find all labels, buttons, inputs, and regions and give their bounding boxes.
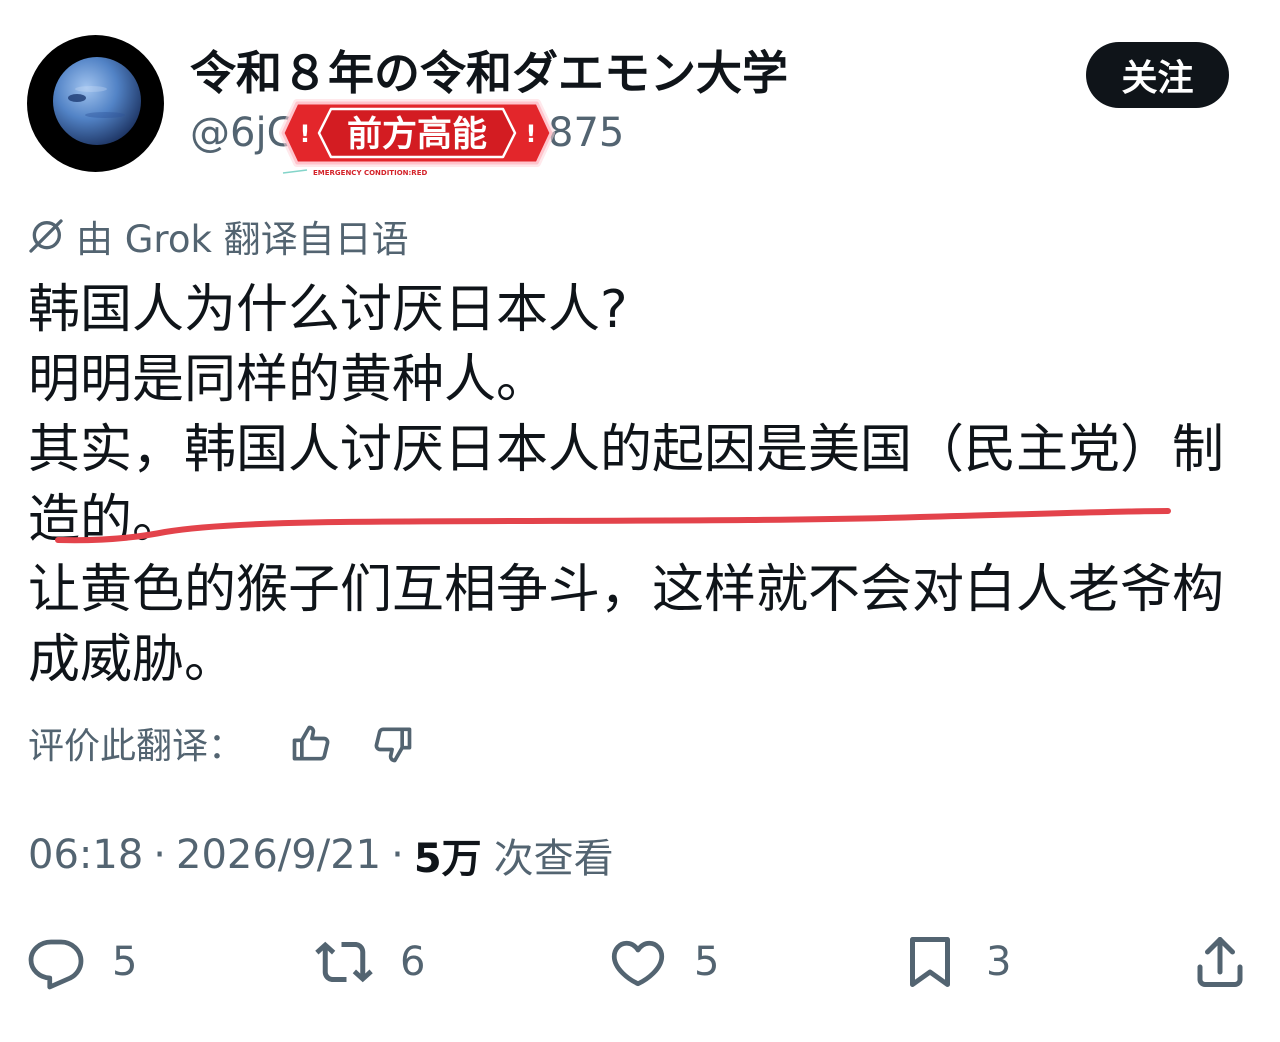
post-body-line: 造的。 xyxy=(28,490,185,550)
reply-button[interactable]: 5 xyxy=(26,930,137,994)
thumbs-down-icon[interactable] xyxy=(371,722,415,766)
translation-note[interactable]: 由 Grok 翻译自日语 xyxy=(26,212,409,261)
views-label: 次查看 xyxy=(493,836,614,882)
sticker-caption: EMERGENCY CONDITION:RED xyxy=(313,169,427,177)
reply-icon xyxy=(28,939,84,990)
grok-icon xyxy=(29,219,63,253)
bookmark-icon xyxy=(910,937,950,987)
translation-note-text: 由 Grok 翻译自日语 xyxy=(76,218,409,261)
warning-sticker: ! 前方高能 ! EMERGENCY CONDITION:RED xyxy=(279,97,555,179)
reply-count: 5 xyxy=(112,939,138,985)
post-body-line: 让黄色的猴子们互相争斗，这样就不会对白人老爷构 xyxy=(28,560,1225,620)
post-body: 韩国人为什么讨厌日本人? 明明是同样的黄种人。 其实，韩国人讨厌日本人的起因是美… xyxy=(28,275,1258,695)
post-body-line: 韩国人为什么讨厌日本人? xyxy=(28,280,628,340)
post-meta: 06:18 · 2026/9/21 · 5万 次查看 xyxy=(28,830,614,882)
retweet-button[interactable]: 6 xyxy=(314,930,425,994)
like-button[interactable]: 5 xyxy=(608,930,719,994)
thumbs-up-icon[interactable] xyxy=(289,722,333,766)
post-date[interactable]: 2026/9/21 xyxy=(176,832,381,878)
like-icon xyxy=(611,940,665,987)
rate-translation-label: 评价此翻译： xyxy=(28,726,245,767)
sticker-right-mark: ! xyxy=(526,120,537,148)
avatar[interactable] xyxy=(27,35,164,172)
planet-avatar-icon xyxy=(53,57,141,145)
views-count: 5万 xyxy=(413,836,482,882)
follow-button[interactable]: 关注 xyxy=(1086,42,1229,108)
post-body-line: 其实，韩国人讨厌日本人的起因是美国（民主党）制 xyxy=(28,420,1225,480)
post-body-line: 明明是同样的黄种人。 xyxy=(28,350,549,410)
bookmark-button[interactable]: 3 xyxy=(900,930,1011,994)
handle-visible-end[interactable]: 875 xyxy=(548,108,624,158)
retweet-count: 6 xyxy=(400,939,426,985)
share-icon xyxy=(1197,937,1243,987)
post-body-line: 成威胁。 xyxy=(28,630,237,690)
like-count: 5 xyxy=(694,939,720,985)
sticker-left-mark: ! xyxy=(300,120,311,148)
bookmark-count: 3 xyxy=(986,939,1012,985)
sticker-title: 前方高能 xyxy=(347,115,487,155)
meta-separator: · xyxy=(153,832,166,878)
display-name[interactable]: 令和８年の令和ダエモン大学 xyxy=(190,44,788,102)
retweet-icon xyxy=(315,941,373,983)
share-button[interactable] xyxy=(1190,930,1250,994)
post-time[interactable]: 06:18 xyxy=(28,832,143,878)
meta-separator: · xyxy=(391,832,404,878)
